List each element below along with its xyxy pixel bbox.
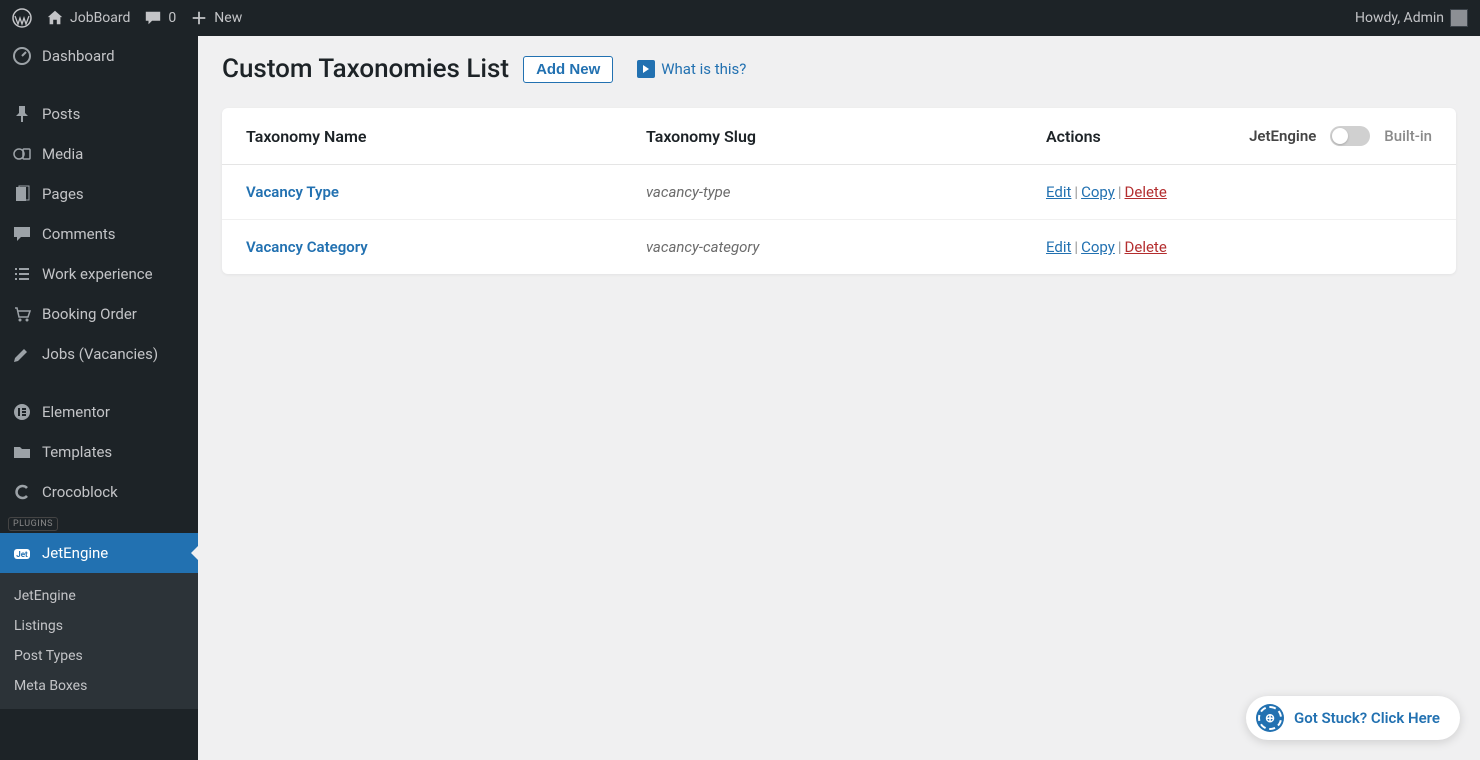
site-name-label: JobBoard (70, 10, 130, 26)
sidebar-item-comments[interactable]: Comments (0, 214, 198, 254)
dashboard-icon (12, 46, 32, 66)
what-is-this-label: What is this? (661, 60, 746, 78)
pin-icon (12, 104, 32, 124)
sidebar-item-dashboard[interactable]: Dashboard (0, 36, 198, 76)
edit-link[interactable]: Edit (1046, 238, 1071, 256)
copy-link[interactable]: Copy (1081, 238, 1115, 256)
admin-sidebar: Dashboard Posts Media Pages Comments Wor… (0, 36, 198, 760)
help-fab-label: Got Stuck? Click Here (1294, 709, 1440, 727)
taxonomy-slug: vacancy-type (646, 183, 1046, 201)
taxonomy-name-link[interactable]: Vacancy Category (246, 238, 646, 256)
sidebar-item-pages[interactable]: Pages (0, 174, 198, 214)
menu-label: Comments (42, 225, 116, 243)
add-new-button[interactable]: Add New (523, 56, 613, 83)
taxonomy-slug: vacancy-category (646, 238, 1046, 256)
cart-icon (12, 304, 32, 324)
submenu-item-jetengine[interactable]: JetEngine (0, 581, 198, 611)
jetengine-submenu: JetEngine Listings Post Types Meta Boxes (0, 573, 198, 709)
adminbar-site-home[interactable]: JobBoard (46, 9, 130, 27)
crocoblock-icon (12, 482, 32, 502)
table-row: Vacancy Type vacancy-type Edit|Copy|Dele… (222, 165, 1456, 220)
adminbar-account[interactable]: Howdy, Admin (1355, 9, 1468, 27)
adminbar-new[interactable]: New (190, 9, 242, 27)
menu-label: Pages (42, 185, 84, 203)
new-label: New (214, 10, 242, 26)
plus-icon (190, 9, 208, 27)
help-fab-button[interactable]: ⊕ Got Stuck? Click Here (1246, 696, 1460, 740)
adminbar-comments[interactable]: 0 (144, 9, 176, 27)
col-actions-header: Actions (1046, 127, 1249, 146)
sidebar-item-booking-order[interactable]: Booking Order (0, 294, 198, 334)
menu-label: JetEngine (42, 544, 108, 562)
menu-label: Crocoblock (42, 483, 118, 501)
builtin-toggle-label: Built-in (1384, 127, 1432, 145)
sidebar-item-posts[interactable]: Posts (0, 94, 198, 134)
lifesaver-icon: ⊕ (1256, 704, 1284, 732)
sidebar-item-crocoblock[interactable]: Crocoblock (0, 472, 198, 512)
sidebar-item-templates[interactable]: Templates (0, 432, 198, 472)
page-title: Custom Taxonomies List (222, 54, 509, 84)
menu-label: Templates (42, 443, 112, 461)
submenu-item-listings[interactable]: Listings (0, 611, 198, 641)
table-row: Vacancy Category vacancy-category Edit|C… (222, 220, 1456, 274)
jetengine-icon: Jet (12, 543, 32, 563)
delete-link[interactable]: Delete (1125, 238, 1167, 256)
plugins-divider-label: PLUGINS (8, 517, 58, 531)
menu-label: Media (42, 145, 83, 163)
comment-icon (144, 9, 162, 27)
folder-icon (12, 442, 32, 462)
page-header: Custom Taxonomies List Add New What is t… (222, 54, 1456, 84)
submenu-item-post-types[interactable]: Post Types (0, 641, 198, 671)
taxonomies-table: Taxonomy Name Taxonomy Slug Actions JetE… (222, 108, 1456, 274)
taxonomy-name-link[interactable]: Vacancy Type (246, 183, 646, 201)
menu-label: Work experience (42, 265, 153, 283)
menu-label: Dashboard (42, 47, 115, 65)
wp-logo-icon[interactable] (12, 8, 32, 28)
avatar-icon (1450, 9, 1468, 27)
comment-icon (12, 224, 32, 244)
menu-label: Posts (42, 105, 80, 123)
col-name-header: Taxonomy Name (246, 127, 646, 146)
page-icon (12, 184, 32, 204)
sidebar-item-work-experience[interactable]: Work experience (0, 254, 198, 294)
table-header: Taxonomy Name Taxonomy Slug Actions JetE… (222, 108, 1456, 165)
play-icon (637, 60, 655, 78)
what-is-this-link[interactable]: What is this? (637, 60, 746, 78)
content-area: Custom Taxonomies List Add New What is t… (198, 36, 1480, 760)
elementor-icon (12, 402, 32, 422)
delete-link[interactable]: Delete (1125, 183, 1167, 201)
svg-text:Jet: Jet (16, 550, 28, 559)
home-icon (46, 9, 64, 27)
col-slug-header: Taxonomy Slug (646, 127, 1046, 146)
list-icon (12, 264, 32, 284)
comments-count: 0 (168, 10, 176, 26)
pencil-icon (12, 344, 32, 364)
sidebar-item-jobs[interactable]: Jobs (Vacancies) (0, 334, 198, 374)
sidebar-item-media[interactable]: Media (0, 134, 198, 174)
row-actions: Edit|Copy|Delete (1046, 183, 1432, 201)
menu-label: Jobs (Vacancies) (42, 345, 158, 363)
menu-label: Booking Order (42, 305, 137, 323)
edit-link[interactable]: Edit (1046, 183, 1071, 201)
sidebar-item-elementor[interactable]: Elementor (0, 392, 198, 432)
menu-label: Elementor (42, 403, 110, 421)
copy-link[interactable]: Copy (1081, 183, 1115, 201)
builtin-toggle[interactable] (1330, 126, 1370, 146)
howdy-label: Howdy, Admin (1355, 10, 1444, 26)
admin-bar: JobBoard 0 New Howdy, Admin (0, 0, 1480, 36)
jetengine-toggle-label: JetEngine (1249, 127, 1316, 145)
media-icon (12, 144, 32, 164)
sidebar-item-jetengine[interactable]: Jet JetEngine (0, 533, 198, 573)
row-actions: Edit|Copy|Delete (1046, 238, 1432, 256)
submenu-item-meta-boxes[interactable]: Meta Boxes (0, 671, 198, 701)
